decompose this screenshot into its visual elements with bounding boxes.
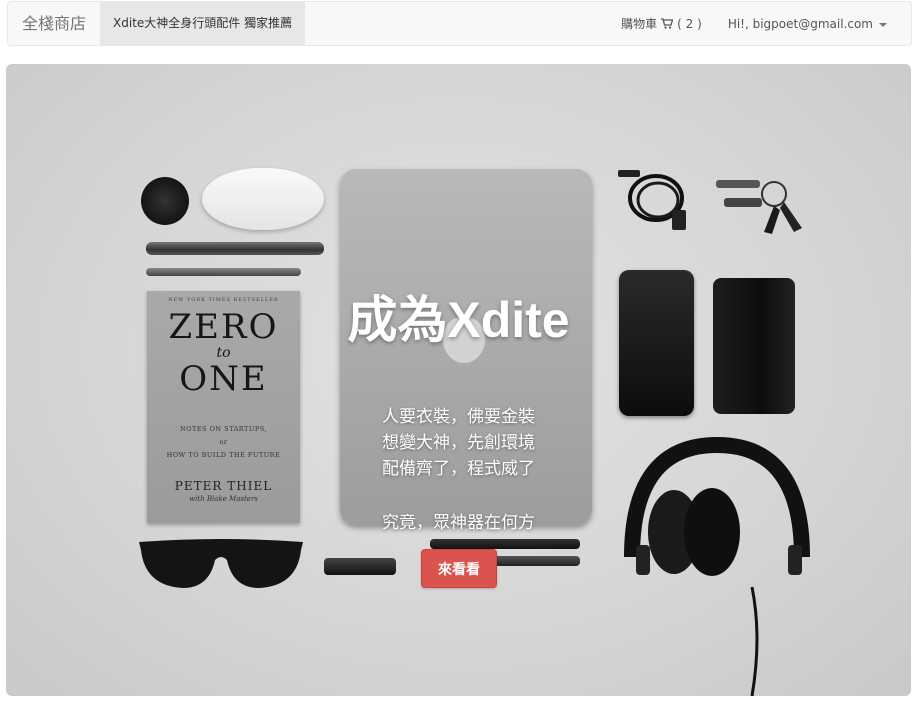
navbar: 全棧商店 Xdite大神全身行頭配件 獨家推薦 購物車 ( 2 ) Hi!, b… [7,1,912,46]
cart-label: 購物車 [621,17,658,31]
book-coauthor: with Blake Masters [189,495,258,503]
shopping-cart-icon [661,18,674,29]
hero-tagline-line: 想變大神，先創環境 [382,433,535,453]
marker-image [430,539,580,549]
see-more-button[interactable]: 來看看 [421,549,497,588]
user-menu[interactable]: Hi!, bigpoet@gmail.com [728,17,887,31]
hero-question: 究竟，眾神器在何方 [382,513,535,533]
pencil-image [146,268,301,276]
hero-title: 成為Xdite [347,292,570,348]
pen-image [146,242,324,255]
lens-cap-image [141,177,189,225]
brand-link[interactable]: 全棧商店 [8,1,100,46]
book-title-one: ONE [179,359,268,399]
hero-tagline: 人要衣裝，佛要金裝 想變大神，先創環境 配備齊了，程式威了 [6,404,911,482]
cart-count: ( 2 ) [677,16,702,31]
keys-image [716,180,802,234]
user-greeting: Hi!, bigpoet@gmail.com [727,16,873,31]
sunglasses-image [139,539,303,588]
caret-down-icon [879,22,887,27]
navbar-right: 購物車 ( 2 ) Hi!, bigpoet@gmail.com [621,2,887,45]
cart-link[interactable]: 購物車 ( 2 ) [621,15,702,32]
usb-drive-image [324,558,396,575]
cable-image [618,170,686,230]
nav-item-featured[interactable]: Xdite大神全身行頭配件 獨家推薦 [100,2,306,45]
hero-banner: NEW YORK TIMES BESTSELLER ZERO to ONE NO… [6,64,911,696]
hero-tagline-line: 配備齊了，程式威了 [382,459,535,479]
mouse-image [202,168,324,230]
hero-tagline-line: 人要衣裝，佛要金裝 [382,407,535,427]
